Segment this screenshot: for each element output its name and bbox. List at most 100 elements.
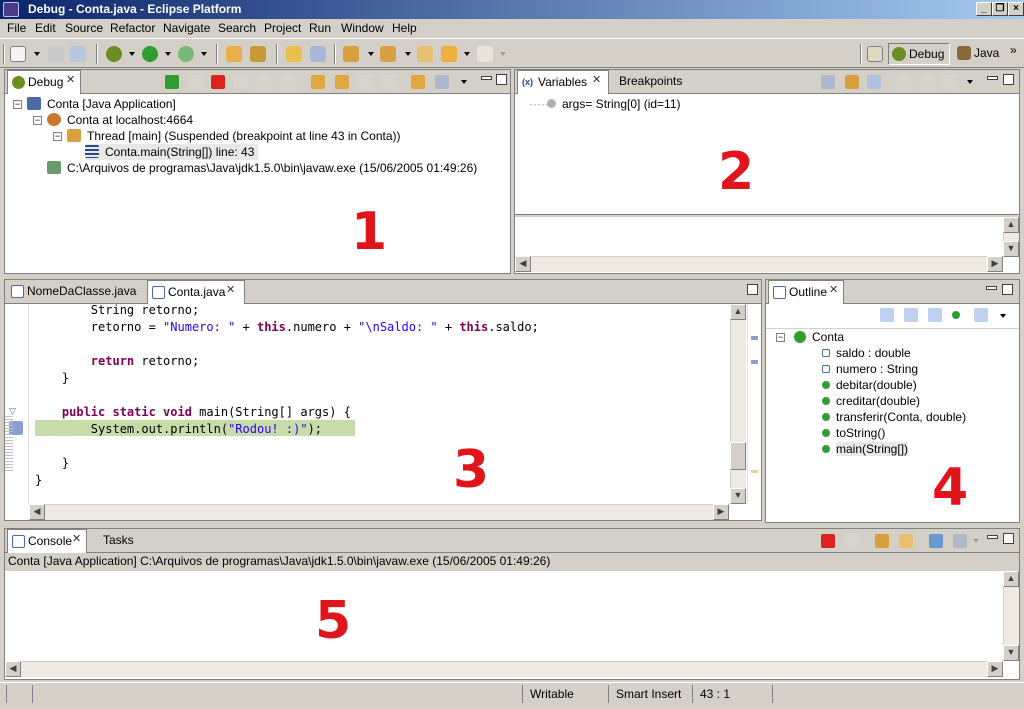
- minimize-view-icon[interactable]: [986, 286, 997, 290]
- minimize-window-button[interactable]: _: [976, 2, 992, 16]
- menu-source[interactable]: Source: [65, 21, 103, 35]
- tree-item-stack-frame[interactable]: Conta.main(String[]) line: 43: [85, 144, 259, 160]
- maximize-view-icon[interactable]: [1002, 284, 1013, 295]
- collapse-icon[interactable]: −: [776, 333, 785, 342]
- hide-local-types-icon[interactable]: [974, 308, 988, 322]
- scroll-left-icon[interactable]: ◀: [5, 661, 21, 677]
- tab-console[interactable]: Console ✕: [7, 529, 87, 553]
- code-line[interactable]: String retorno;: [33, 302, 199, 319]
- scroll-thumb[interactable]: [730, 442, 746, 470]
- show-type-names-icon[interactable]: [821, 75, 835, 89]
- scroll-right-icon[interactable]: ▶: [987, 256, 1003, 272]
- tree-item-vm[interactable]: Conta at localhost:4664: [47, 112, 193, 128]
- hide-static-members-icon[interactable]: [928, 308, 942, 322]
- collapse-all-icon[interactable]: [867, 75, 881, 89]
- code-line[interactable]: return retorno;: [33, 353, 199, 370]
- maximize-view-icon[interactable]: [496, 74, 507, 85]
- tree-item-process[interactable]: C:\Arquivos de programas\Java\jdk1.5.0\b…: [47, 160, 477, 176]
- overview-ruler[interactable]: [747, 304, 761, 504]
- menu-navigate[interactable]: Navigate: [163, 21, 210, 35]
- open-perspective-icon[interactable]: [867, 46, 883, 62]
- collapse-icon[interactable]: ▽: [9, 406, 19, 416]
- new-dropdown-icon[interactable]: [34, 52, 40, 56]
- close-icon[interactable]: ✕: [66, 75, 77, 86]
- close-icon[interactable]: ✕: [829, 285, 840, 296]
- editor-vertical-scrollbar[interactable]: ▲ ▼: [730, 304, 746, 504]
- tab-tasks[interactable]: Tasks: [89, 529, 141, 553]
- external-tools-dropdown-icon[interactable]: [201, 52, 207, 56]
- horizontal-scrollbar[interactable]: ◀ ▶: [515, 256, 1003, 272]
- code-line[interactable]: retorno = "Numero: " + this.numero + "\n…: [33, 319, 539, 336]
- code-line-current[interactable]: System.out.println("Rodou! :)");: [33, 421, 322, 438]
- back-dropdown-icon[interactable]: [464, 52, 470, 56]
- tab-conta[interactable]: Conta.java ✕: [147, 280, 245, 304]
- terminate-icon[interactable]: [211, 75, 225, 89]
- tab-debug[interactable]: Debug ✕: [7, 70, 81, 94]
- tree-item-thread[interactable]: Thread [main] (Suspended (breakpoint at …: [67, 128, 401, 144]
- scroll-up-icon[interactable]: ▲: [730, 304, 746, 320]
- menu-help[interactable]: Help: [392, 21, 417, 35]
- collapse-icon[interactable]: −: [13, 100, 22, 109]
- previous-annotation-icon[interactable]: [380, 46, 396, 62]
- back-icon[interactable]: [441, 46, 457, 62]
- forward-dropdown-icon[interactable]: [500, 52, 506, 56]
- external-tools-icon[interactable]: [178, 46, 194, 62]
- close-window-button[interactable]: ×: [1008, 2, 1024, 16]
- scroll-down-icon[interactable]: ▼: [1003, 241, 1019, 257]
- view-menu-icon[interactable]: [1000, 314, 1006, 318]
- show-qualified-names-icon[interactable]: [435, 75, 449, 89]
- outline-member[interactable]: creditar(double): [822, 393, 920, 409]
- debug-icon[interactable]: [106, 46, 122, 62]
- overview-marker[interactable]: [751, 336, 758, 340]
- close-icon[interactable]: ✕: [226, 285, 237, 296]
- code-line[interactable]: public static void main(String[] args) {: [33, 404, 351, 421]
- outline-member[interactable]: saldo : double: [822, 345, 911, 361]
- remove-icon[interactable]: [921, 75, 935, 89]
- scroll-left-icon[interactable]: ◀: [29, 504, 45, 520]
- scroll-left-icon[interactable]: ◀: [515, 256, 531, 272]
- sort-icon[interactable]: [880, 308, 894, 322]
- tab-variables[interactable]: (x) Variables ✕: [517, 70, 609, 94]
- print-icon[interactable]: [70, 46, 86, 62]
- vertical-scrollbar[interactable]: ▲ ▼: [1003, 217, 1019, 257]
- forward-icon[interactable]: [477, 46, 493, 62]
- console-vertical-scrollbar[interactable]: ▲ ▼: [1003, 571, 1019, 661]
- display-console-dropdown-icon[interactable]: [973, 539, 979, 543]
- maximize-view-icon[interactable]: [1003, 74, 1014, 85]
- minimize-view-icon[interactable]: [987, 76, 998, 80]
- suspend-icon[interactable]: [189, 75, 203, 89]
- restore-window-button[interactable]: ❐: [992, 2, 1008, 16]
- scroll-down-icon[interactable]: ▼: [730, 488, 746, 504]
- scroll-up-icon[interactable]: ▲: [1003, 217, 1019, 233]
- pin-console-icon[interactable]: [929, 534, 943, 548]
- outline-member-selected[interactable]: main(String[]): [822, 441, 909, 457]
- clear-console-icon[interactable]: [899, 534, 913, 548]
- maximize-view-icon[interactable]: [1003, 533, 1014, 544]
- remove-all-terminated-icon[interactable]: [281, 75, 295, 89]
- outline-member[interactable]: toString(): [822, 425, 885, 441]
- resume-icon[interactable]: [165, 75, 179, 89]
- scroll-right-icon[interactable]: ▶: [713, 504, 729, 520]
- close-icon[interactable]: ✕: [592, 75, 603, 86]
- outline-member[interactable]: numero : String: [822, 361, 918, 377]
- view-menu-icon[interactable]: [967, 80, 973, 84]
- debug-dropdown-icon[interactable]: [129, 52, 135, 56]
- menu-search[interactable]: Search: [218, 21, 256, 35]
- outline-member[interactable]: transferir(Conta, double): [822, 409, 966, 425]
- editor-horizontal-scrollbar[interactable]: ◀ ▶: [29, 504, 729, 520]
- open-type-icon[interactable]: [226, 46, 242, 62]
- close-icon[interactable]: ✕: [72, 534, 83, 545]
- menu-project[interactable]: Project: [264, 21, 301, 35]
- collapse-icon[interactable]: −: [53, 132, 62, 141]
- disconnect-icon[interactable]: [234, 75, 248, 89]
- minimize-view-icon[interactable]: [481, 76, 492, 80]
- display-console-icon[interactable]: [953, 534, 967, 548]
- overview-marker[interactable]: [751, 360, 758, 364]
- last-edit-location-icon[interactable]: [417, 46, 433, 62]
- menu-refactor[interactable]: Refactor: [110, 21, 155, 35]
- terminate-icon[interactable]: [821, 534, 835, 548]
- code-line[interactable]: }: [35, 472, 42, 489]
- previous-annotation-dropdown-icon[interactable]: [405, 52, 411, 56]
- new-wizard-icon[interactable]: [10, 46, 26, 62]
- more-perspectives-icon[interactable]: »: [1010, 43, 1017, 57]
